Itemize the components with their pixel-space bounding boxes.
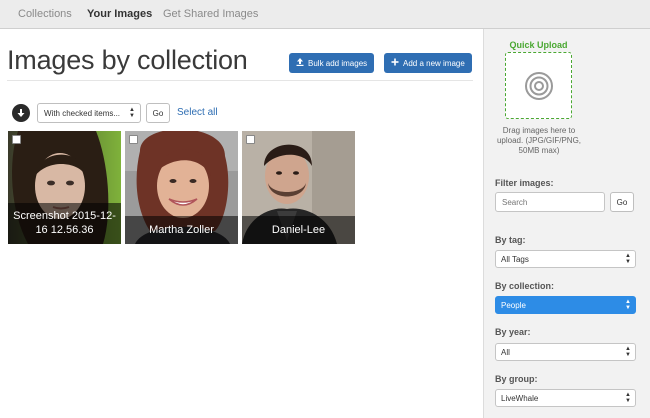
bulk-action-go-button[interactable]: Go [146, 103, 170, 123]
target-icon [524, 71, 553, 100]
select-arrows-icon: ▲ ▼ [129, 107, 135, 119]
top-tabs: Collections Your Images Get Shared Image… [0, 0, 650, 29]
image-card[interactable]: Screenshot 2015-12-16 12.56.36 [8, 131, 121, 244]
go-label: Go [152, 108, 164, 118]
tab-your-images[interactable]: Your Images [87, 8, 152, 20]
image-select-checkbox[interactable] [246, 135, 255, 144]
image-caption: Daniel-Lee [242, 216, 355, 244]
bulk-add-images-label: Bulk add images [308, 58, 368, 68]
tag-select[interactable]: All Tags ▲ ▼ [495, 250, 636, 268]
image-caption: Martha Zoller [125, 216, 238, 244]
year-select[interactable]: All ▲ ▼ [495, 343, 636, 361]
image-select-checkbox[interactable] [129, 135, 138, 144]
add-new-image-label: Add a new image [403, 58, 465, 68]
add-new-image-button[interactable]: Add a new image [384, 53, 472, 73]
image-select-checkbox[interactable] [12, 135, 21, 144]
circle-arrow-down-icon[interactable] [12, 104, 30, 122]
upload-icon [296, 58, 304, 68]
by-collection-label: By collection: [495, 281, 555, 291]
bulk-action-select-value: With checked items... [44, 108, 121, 118]
filter-images-label: Filter images: [495, 178, 554, 188]
search-go-button[interactable]: Go [610, 192, 634, 212]
plus-icon [391, 58, 399, 68]
select-arrows-icon: ▲ ▼ [625, 392, 631, 404]
tag-select-value: All Tags [501, 254, 529, 264]
by-year-label: By year: [495, 327, 531, 337]
image-caption: Screenshot 2015-12-16 12.56.36 [8, 203, 121, 244]
bulk-add-images-button[interactable]: Bulk add images [289, 53, 375, 73]
collection-select[interactable]: People ▲ ▼ [495, 296, 636, 314]
bulk-action-select[interactable]: With checked items... ▲ ▼ [37, 103, 141, 123]
title-divider [7, 80, 473, 81]
select-arrows-icon: ▲ ▼ [625, 299, 631, 311]
collection-select-value: People [501, 300, 526, 310]
image-card[interactable]: Martha Zoller [125, 131, 238, 244]
quick-upload-title: Quick Upload [509, 40, 568, 50]
select-arrows-icon: ▲ ▼ [625, 346, 631, 358]
tab-get-shared-images[interactable]: Get Shared Images [163, 8, 258, 20]
select-arrows-icon: ▲ ▼ [625, 253, 631, 265]
filter-sidebar: Quick Upload Drag images here to upload.… [483, 29, 650, 418]
tab-collections[interactable]: Collections [18, 8, 72, 20]
by-group-label: By group: [495, 374, 538, 384]
search-input[interactable] [495, 192, 605, 212]
group-select[interactable]: LiveWhale ▲ ▼ [495, 389, 636, 407]
dropzone-instructions: Drag images here to upload. (JPG/GIF/PNG… [496, 126, 582, 155]
group-select-value: LiveWhale [501, 393, 539, 403]
image-card[interactable]: Daniel-Lee [242, 131, 355, 244]
go-label: Go [616, 197, 628, 207]
year-select-value: All [501, 347, 510, 357]
select-all-link[interactable]: Select all [177, 107, 218, 118]
by-tag-label: By tag: [495, 235, 526, 245]
upload-dropzone[interactable] [505, 52, 572, 119]
page-title: Images by collection [7, 45, 248, 75]
